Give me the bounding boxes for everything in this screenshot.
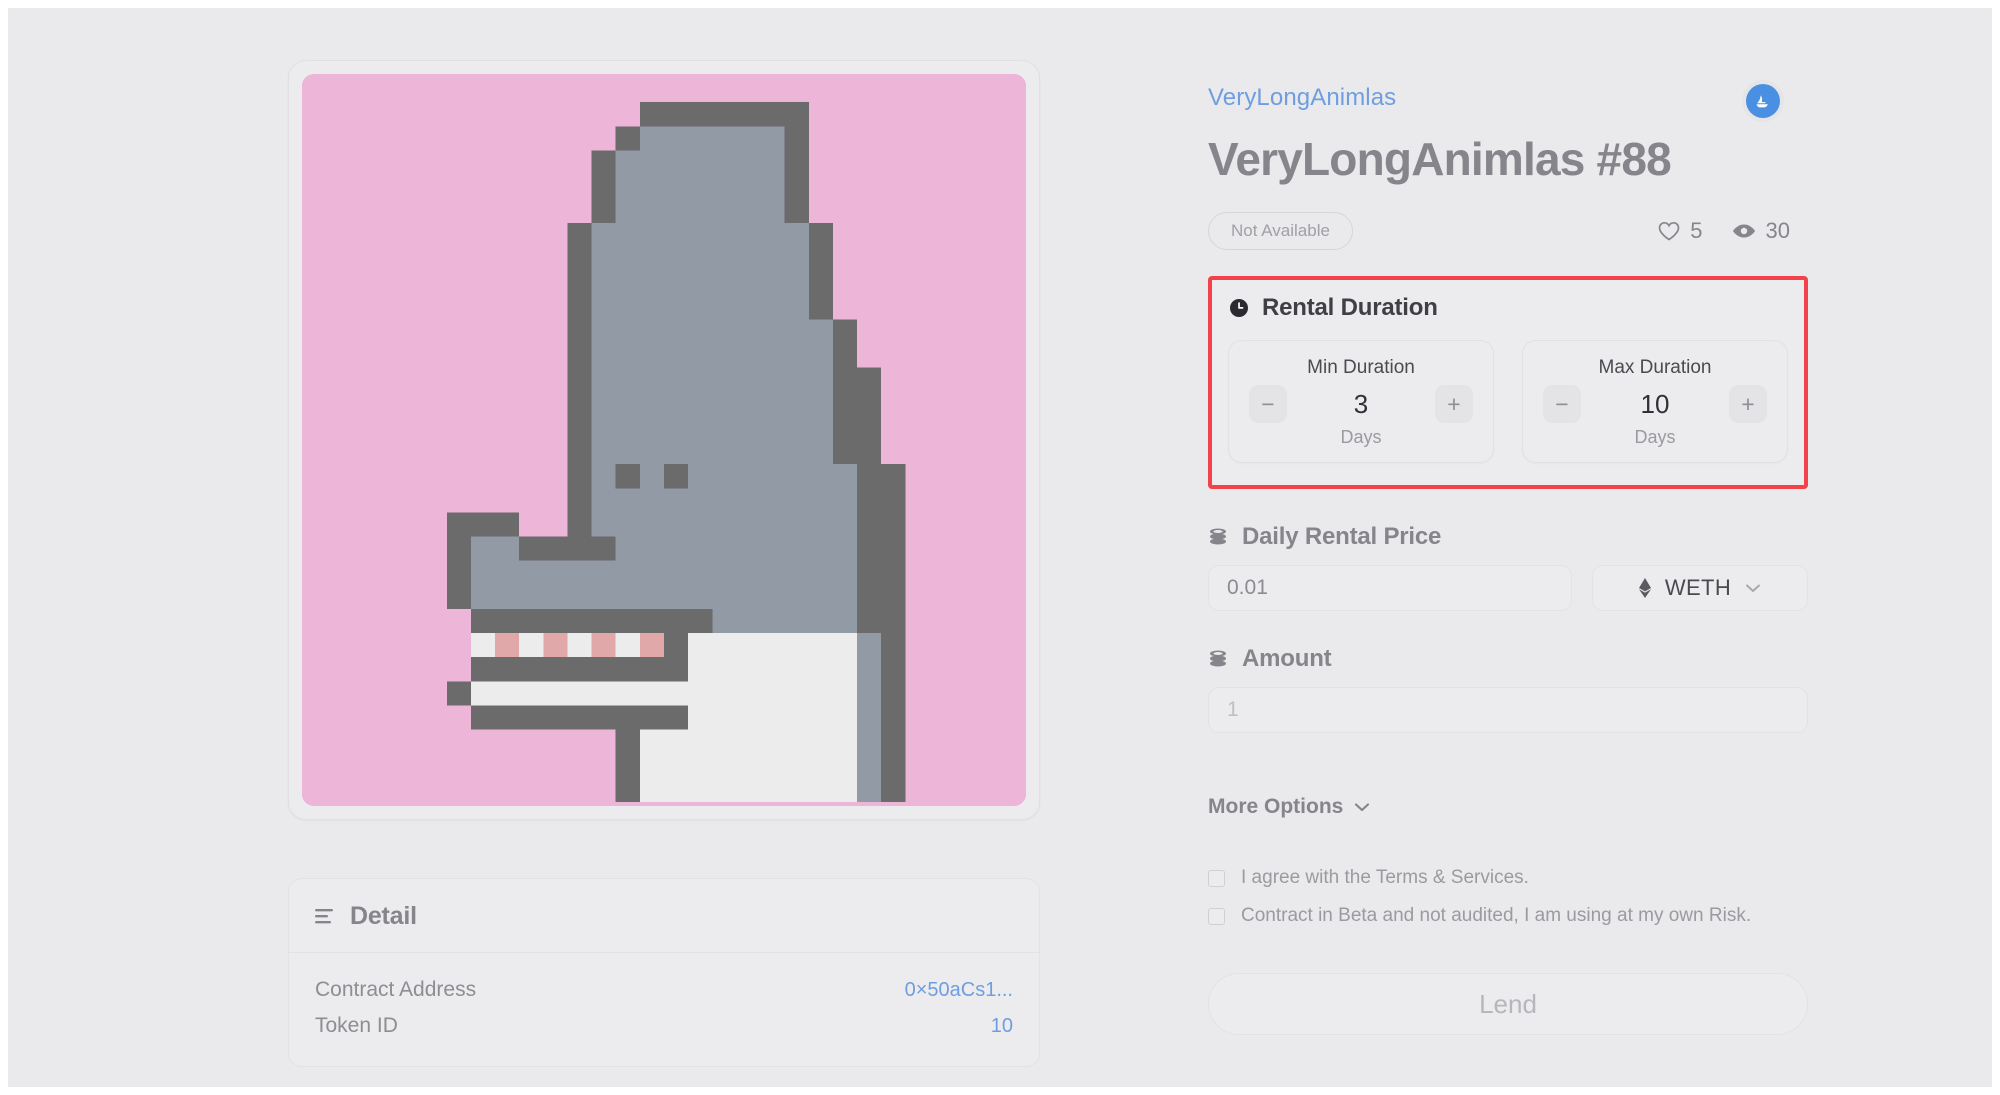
min-duration-unit: Days bbox=[1340, 427, 1382, 447]
chevron-down-icon bbox=[1353, 801, 1371, 813]
max-duration-card: Max Duration − 10 + Days bbox=[1522, 340, 1788, 463]
likes-stat[interactable]: 5 bbox=[1657, 218, 1703, 244]
rental-duration-section: Rental Duration Min Duration − 3 + Days … bbox=[1208, 276, 1808, 489]
pixel-art-svg bbox=[302, 78, 1026, 802]
more-options-toggle[interactable]: More Options bbox=[1208, 795, 1371, 819]
ethereum-icon bbox=[1637, 577, 1653, 599]
max-duration-unit: Days bbox=[1634, 427, 1676, 447]
rental-duration-header: Rental Duration bbox=[1228, 294, 1788, 322]
detail-row-token-id: Token ID 10 bbox=[315, 1008, 1013, 1044]
detail-key: Contract Address bbox=[315, 978, 477, 1001]
max-duration-increment-button[interactable]: + bbox=[1728, 385, 1767, 423]
terms-group: I agree with the Terms & Services. Contr… bbox=[1208, 859, 1808, 935]
clock-icon bbox=[1228, 297, 1250, 319]
terms-label: I agree with the Terms & Services. bbox=[1241, 867, 1529, 888]
min-duration-decrement-button[interactable]: − bbox=[1249, 385, 1287, 423]
views-count: 30 bbox=[1765, 218, 1790, 243]
token-id-link[interactable]: 10 bbox=[991, 1015, 1013, 1038]
contract-address-link[interactable]: 0×50aCs1... bbox=[905, 979, 1013, 1002]
min-duration-stepper: − 3 + bbox=[1249, 385, 1473, 423]
detail-rows: Contract Address 0×50aCs1... Token ID 10 bbox=[289, 953, 1039, 1066]
risk-label: Contract in Beta and not audited, I am u… bbox=[1241, 905, 1752, 926]
detail-card: Detail Contract Address 0×50aCs1... Toke… bbox=[288, 878, 1040, 1067]
more-options-label: More Options bbox=[1208, 795, 1344, 818]
nft-artwork-card bbox=[288, 60, 1040, 820]
opensea-icon[interactable] bbox=[1746, 84, 1780, 118]
max-duration-caption: Max Duration bbox=[1598, 357, 1712, 378]
stats-group: 5 30 bbox=[1657, 218, 1790, 244]
max-duration-decrement-button[interactable]: − bbox=[1543, 385, 1581, 423]
daily-rental-price-label: Daily Rental Price bbox=[1242, 523, 1442, 550]
chevron-down-icon bbox=[1743, 581, 1763, 595]
detail-card-header: Detail bbox=[289, 879, 1039, 953]
daily-rental-price-input[interactable] bbox=[1208, 565, 1572, 611]
left-column: Detail Contract Address 0×50aCs1... Toke… bbox=[288, 60, 1048, 1087]
detail-title: Detail bbox=[350, 902, 417, 930]
app-window: Detail Contract Address 0×50aCs1... Toke… bbox=[0, 0, 2000, 1095]
detail-row-contract-address: Contract Address 0×50aCs1... bbox=[315, 972, 1013, 1008]
terms-row-beta-risk[interactable]: Contract in Beta and not audited, I am u… bbox=[1208, 897, 1808, 935]
amount-input[interactable] bbox=[1208, 687, 1808, 733]
coins-icon bbox=[1208, 527, 1230, 547]
price-row: WETH bbox=[1208, 565, 1808, 611]
heart-icon bbox=[1657, 220, 1681, 242]
coins-icon bbox=[1208, 649, 1230, 669]
duration-grid: Min Duration − 3 + Days Max Duration − 1… bbox=[1228, 340, 1788, 463]
max-duration-stepper: − 10 + bbox=[1543, 385, 1767, 423]
rental-duration-label: Rental Duration bbox=[1262, 294, 1438, 321]
amount-header: Amount bbox=[1208, 645, 1808, 673]
terms-checkbox[interactable] bbox=[1208, 869, 1225, 887]
meta-row: Not Available 5 30 bbox=[1208, 212, 1808, 250]
nft-artwork bbox=[302, 74, 1026, 806]
daily-rental-price-header: Daily Rental Price bbox=[1208, 523, 1808, 551]
page-title: VeryLongAnimlas #88 bbox=[1208, 133, 1672, 185]
views-stat: 30 bbox=[1731, 218, 1790, 244]
collection-link[interactable]: VeryLongAnimlas bbox=[1208, 84, 1396, 112]
status-badge: Not Available bbox=[1208, 212, 1353, 250]
daily-rental-price-section: Daily Rental Price WETH bbox=[1208, 523, 1808, 611]
max-duration-value: 10 bbox=[1640, 388, 1670, 419]
nft-detail-page: Detail Contract Address 0×50aCs1... Toke… bbox=[8, 8, 1992, 1087]
right-column: VeryLongAnimlas VeryLongAnimlas #88 Not … bbox=[1208, 60, 1808, 1087]
token-select-value: WETH bbox=[1664, 575, 1732, 600]
risk-checkbox[interactable] bbox=[1208, 907, 1225, 925]
terms-row-services[interactable]: I agree with the Terms & Services. bbox=[1208, 859, 1808, 897]
collection-row: VeryLongAnimlas bbox=[1208, 84, 1808, 118]
min-duration-caption: Min Duration bbox=[1307, 357, 1415, 378]
amount-label: Amount bbox=[1242, 645, 1332, 672]
detail-key: Token ID bbox=[315, 1014, 398, 1037]
eye-icon bbox=[1731, 221, 1757, 241]
lend-button[interactable]: Lend bbox=[1208, 973, 1808, 1035]
amount-section: Amount bbox=[1208, 645, 1808, 733]
list-lines-icon bbox=[315, 907, 337, 927]
min-duration-increment-button[interactable]: + bbox=[1435, 385, 1473, 423]
min-duration-card: Min Duration − 3 + Days bbox=[1228, 340, 1494, 463]
token-select[interactable]: WETH bbox=[1592, 565, 1808, 611]
min-duration-value: 3 bbox=[1353, 388, 1369, 419]
likes-count: 5 bbox=[1690, 218, 1703, 243]
